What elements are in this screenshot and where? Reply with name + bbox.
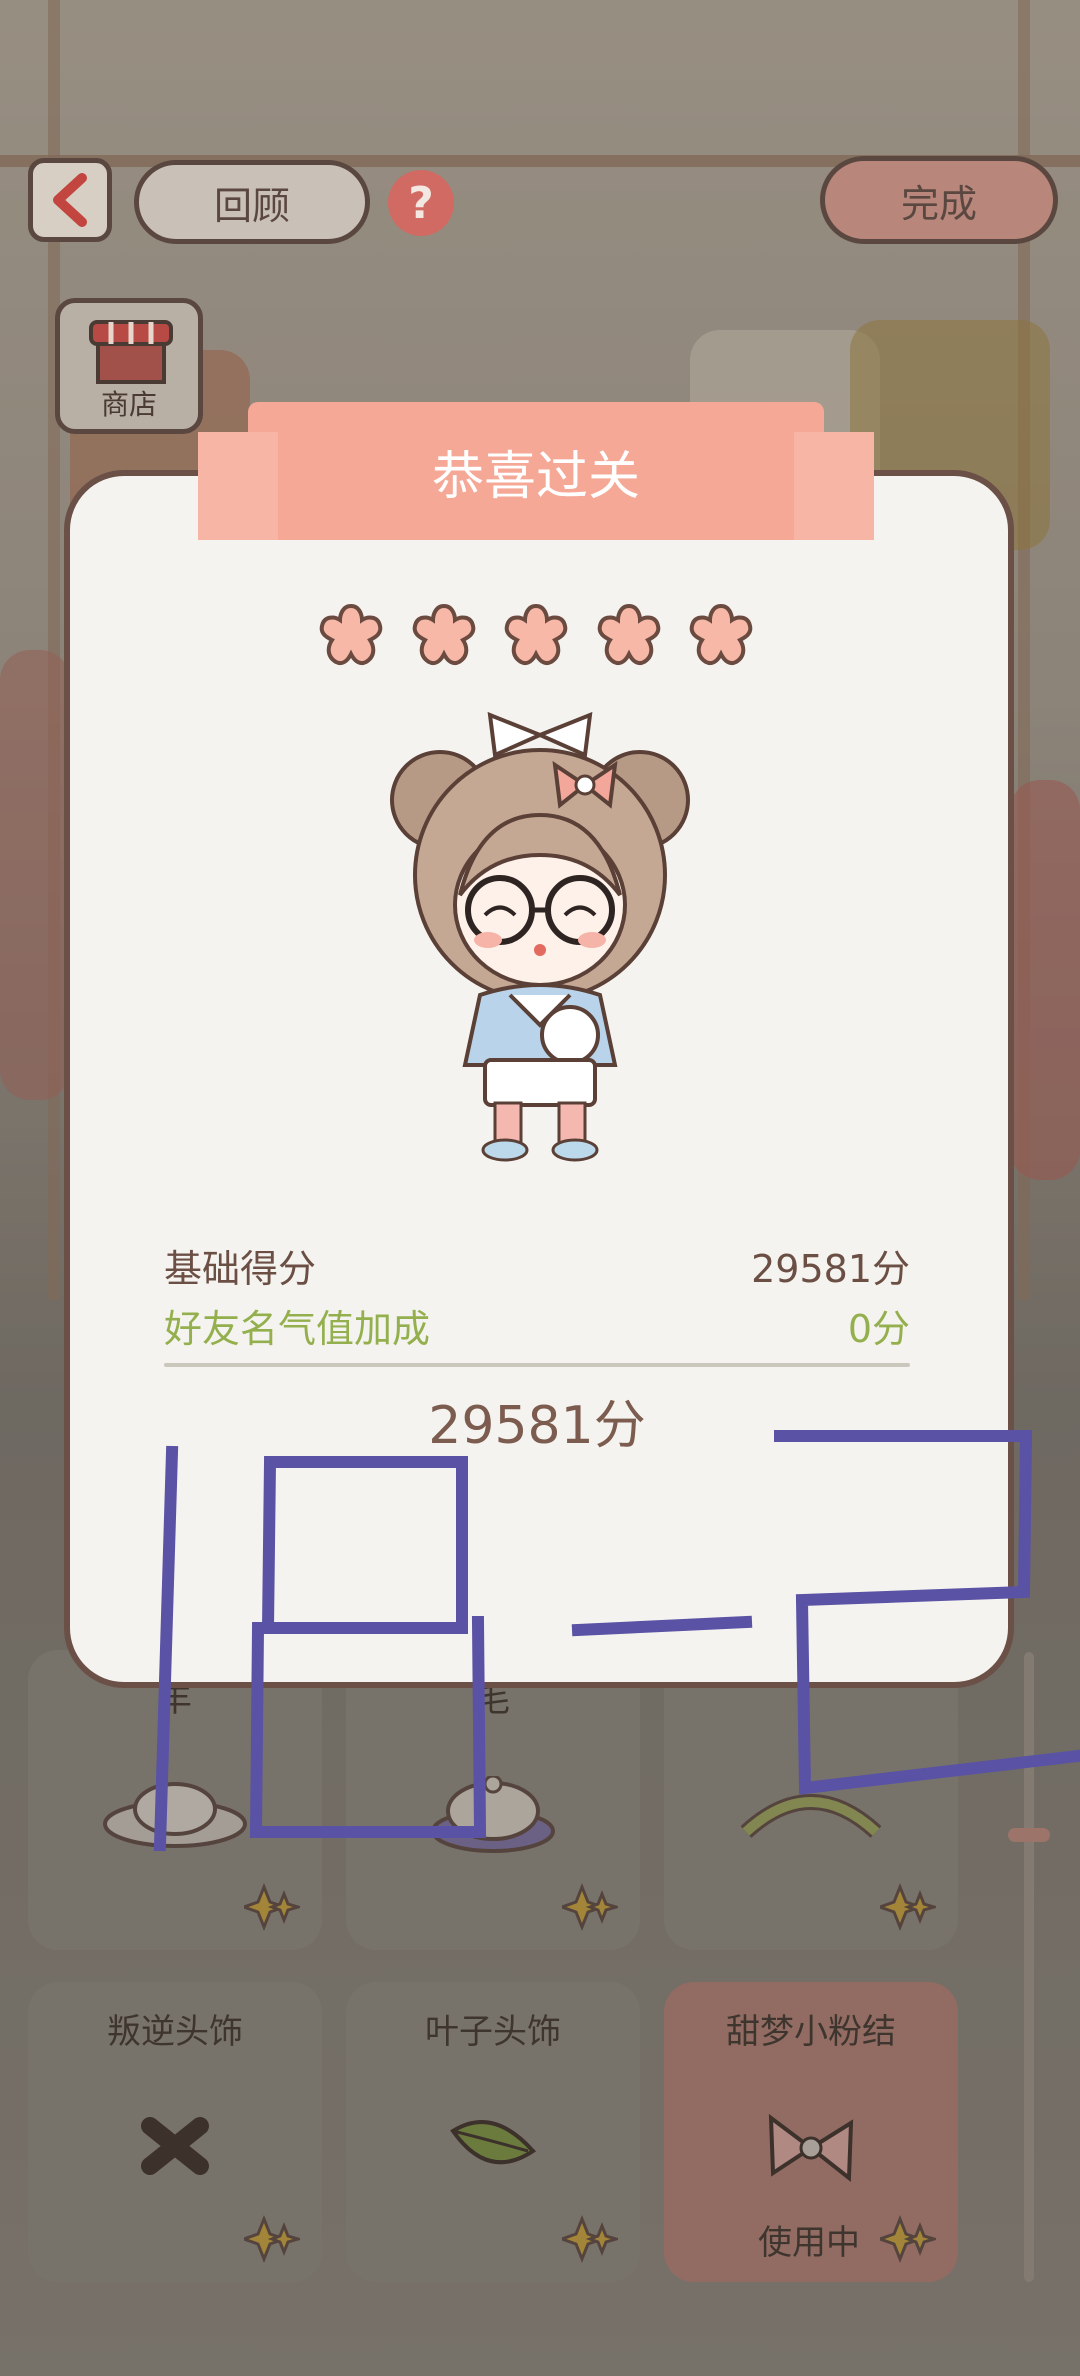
base-score-label: 基础得分 <box>164 1247 317 1291</box>
review-button[interactable]: 回顾 <box>134 160 370 244</box>
base-score-row: 基础得分 29581分 <box>164 1238 910 1293</box>
star-rating <box>316 600 756 670</box>
base-score-value: 29581分 <box>751 1247 910 1291</box>
shop-label: 商店 <box>100 388 157 421</box>
done-button[interactable]: 完成 <box>820 156 1058 244</box>
bonus-row: 好友名气值加成 0分 <box>164 1298 910 1353</box>
back-button[interactable] <box>28 158 112 242</box>
bonus-value: 0分 <box>847 1307 910 1351</box>
flower-star-icon <box>689 603 753 665</box>
review-label: 回顾 <box>213 183 290 228</box>
chevron-left-icon <box>53 173 87 227</box>
flower-star-icon <box>319 603 383 665</box>
score-divider <box>164 1363 910 1367</box>
help-icon[interactable]: ? <box>388 170 454 236</box>
shop-button[interactable]: 商店 <box>55 298 203 434</box>
flower-star-icon <box>597 603 660 665</box>
dressed-character-avatar <box>390 711 690 1162</box>
total-score: 29581分 <box>428 1396 646 1456</box>
flower-star-icon <box>412 603 475 665</box>
title-ribbon: 恭喜过关 <box>198 402 874 540</box>
shop-icon <box>89 320 173 384</box>
bonus-label: 好友名气值加成 <box>164 1307 431 1351</box>
done-label: 完成 <box>900 181 977 226</box>
flower-star-icon <box>504 603 568 665</box>
dialog-title: 恭喜过关 <box>431 446 640 507</box>
